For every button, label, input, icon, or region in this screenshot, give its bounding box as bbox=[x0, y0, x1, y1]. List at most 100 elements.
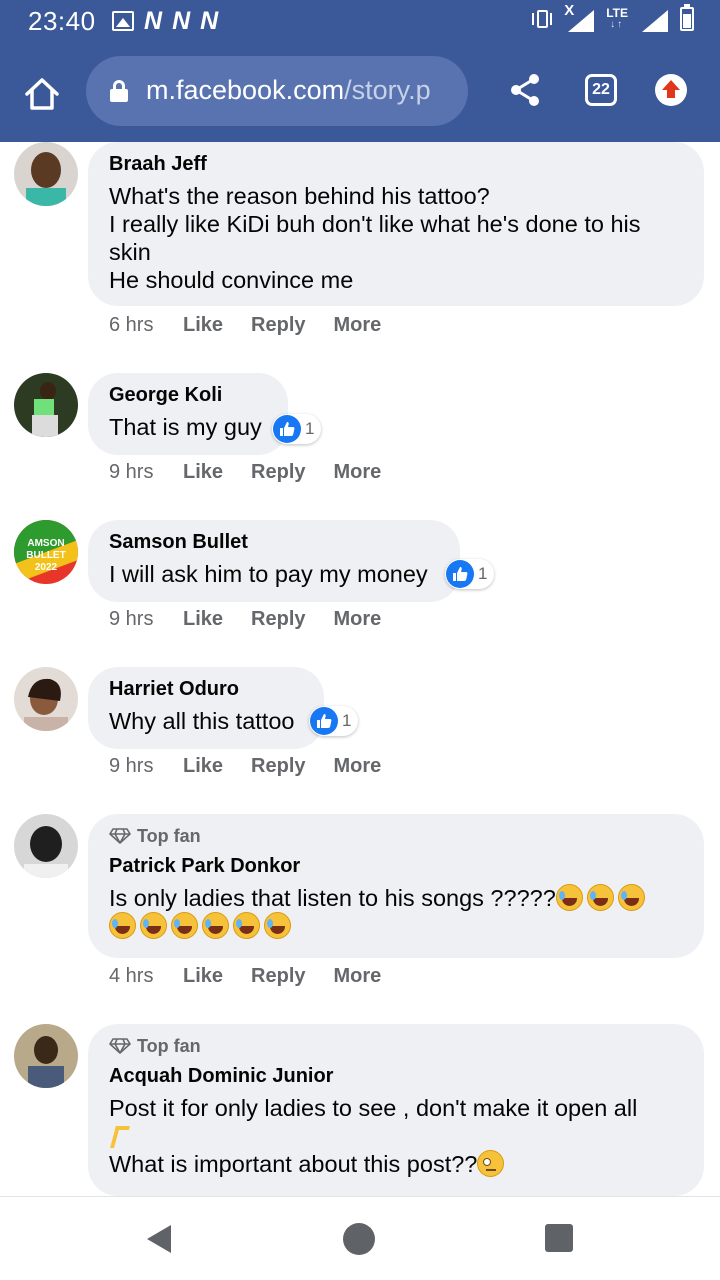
more-button[interactable]: More bbox=[334, 965, 382, 988]
reply-button[interactable]: Reply bbox=[251, 461, 305, 484]
reply-button[interactable]: Reply bbox=[251, 755, 305, 778]
home-circle-icon[interactable] bbox=[343, 1223, 375, 1255]
comment-text-line: Post it for only ladies to see , don't m… bbox=[109, 1095, 638, 1121]
avatar[interactable] bbox=[14, 373, 78, 437]
laughing-emoji-icon bbox=[264, 912, 291, 939]
reply-button[interactable]: Reply bbox=[251, 965, 305, 988]
recent-apps-icon[interactable] bbox=[545, 1224, 573, 1252]
like-icon bbox=[310, 707, 338, 735]
top-fan-badge: Top fan bbox=[109, 1034, 684, 1058]
comment-author[interactable]: Harriet Oduro bbox=[109, 677, 304, 701]
comment-time[interactable]: 9 hrs bbox=[109, 461, 183, 484]
reaction-count: 1 bbox=[478, 564, 488, 583]
reaction-badge[interactable]: 1 bbox=[272, 414, 322, 444]
browser-toolbar: m.facebook.com/story.p 22 bbox=[0, 42, 720, 142]
share-button[interactable] bbox=[508, 72, 542, 108]
diamond-icon bbox=[109, 1038, 131, 1054]
reaction-badge[interactable]: 1 bbox=[445, 559, 495, 589]
avatar[interactable] bbox=[14, 1024, 78, 1088]
comment-bubble: George Koli That is my guy bbox=[88, 373, 288, 455]
upload-icon[interactable] bbox=[655, 74, 687, 106]
like-button[interactable]: Like bbox=[183, 965, 223, 988]
like-button[interactable]: Like bbox=[183, 755, 223, 778]
signal-no-service-icon: X bbox=[564, 2, 595, 32]
more-button[interactable]: More bbox=[334, 314, 382, 337]
status-time: 23:40 bbox=[28, 6, 96, 36]
avatar[interactable] bbox=[14, 814, 78, 878]
like-button[interactable]: Like bbox=[183, 608, 223, 631]
comments-list: Braah Jeff What's the reason behind his … bbox=[0, 142, 720, 1196]
comment-actions: 6 hrs Like Reply More bbox=[109, 314, 409, 337]
home-icon bbox=[25, 78, 59, 110]
comment-text: Is only ladies that listen to his songs … bbox=[109, 884, 684, 940]
comment-actions: 9 hrs Like Reply More bbox=[109, 461, 409, 484]
comment-time[interactable]: 9 hrs bbox=[109, 608, 183, 631]
n-notification-icon: N bbox=[200, 7, 219, 35]
reaction-count: 1 bbox=[305, 419, 315, 438]
comment-author[interactable]: Braah Jeff bbox=[109, 152, 684, 176]
comment-time[interactable]: 6 hrs bbox=[109, 314, 183, 337]
comment-author[interactable]: Samson Bullet bbox=[109, 530, 440, 554]
system-icons: X LTE ↓↑ bbox=[530, 2, 694, 32]
more-button[interactable]: More bbox=[334, 608, 382, 631]
laughing-emoji-icon bbox=[586, 884, 614, 911]
laughing-emoji-icon bbox=[202, 912, 229, 939]
top-fan-label: Top fan bbox=[137, 826, 201, 846]
notification-icons: N N N bbox=[112, 7, 219, 35]
lte-icon: LTE ↓↑ bbox=[606, 6, 628, 30]
comment-actions: 4 hrs Like Reply More bbox=[109, 965, 409, 988]
address-bar[interactable]: m.facebook.com/story.p bbox=[86, 56, 468, 126]
top-fan-label: Top fan bbox=[137, 1036, 201, 1056]
image-notification-icon bbox=[112, 11, 134, 31]
tab-switcher-button[interactable]: 22 bbox=[585, 74, 617, 106]
battery-icon bbox=[680, 4, 694, 31]
url-domain: m.facebook.com bbox=[146, 75, 345, 105]
more-button[interactable]: More bbox=[334, 755, 382, 778]
comment-author[interactable]: George Koli bbox=[109, 383, 268, 407]
back-icon[interactable] bbox=[145, 1223, 175, 1255]
comment-bubble: Samson Bullet I will ask him to pay my m… bbox=[88, 520, 460, 602]
svg-text:AMSON: AMSON bbox=[27, 538, 64, 549]
comment-text: What's the reason behind his tattoo? I r… bbox=[109, 183, 641, 293]
reaction-count: 1 bbox=[342, 711, 352, 730]
system-navigation-bar bbox=[0, 1196, 720, 1280]
reaction-badge[interactable]: 1 bbox=[309, 706, 359, 736]
svg-text:BULLET: BULLET bbox=[26, 550, 65, 561]
comment-text: Post it for only ladies to see , don't m… bbox=[109, 1094, 684, 1178]
laughing-emoji-icon bbox=[233, 912, 260, 939]
vibrate-icon bbox=[530, 7, 554, 31]
home-button[interactable] bbox=[22, 74, 62, 114]
laughing-emoji-icon bbox=[109, 912, 136, 939]
laughing-emoji-icon bbox=[617, 884, 645, 911]
comment-actions: 9 hrs Like Reply More bbox=[109, 755, 409, 778]
comment-author[interactable]: Patrick Park Donkor bbox=[109, 854, 684, 878]
reply-button[interactable]: Reply bbox=[251, 608, 305, 631]
like-icon bbox=[446, 560, 474, 588]
n-notification-icon: N bbox=[144, 7, 163, 35]
comment-text-line: What is important about this post?? bbox=[109, 1151, 478, 1177]
url-path: /story.p bbox=[344, 75, 431, 105]
comment-text-body: Is only ladies that listen to his songs … bbox=[109, 885, 556, 911]
avatar[interactable] bbox=[14, 667, 78, 731]
svg-text:2022: 2022 bbox=[35, 562, 58, 573]
avatar[interactable] bbox=[14, 142, 78, 206]
signal-strength-icon bbox=[640, 6, 668, 32]
more-button[interactable]: More bbox=[334, 461, 382, 484]
share-icon bbox=[511, 74, 539, 106]
like-button[interactable]: Like bbox=[183, 314, 223, 337]
comment-author[interactable]: Acquah Dominic Junior bbox=[109, 1064, 684, 1088]
comment-actions: 9 hrs Like Reply More bbox=[109, 608, 409, 631]
eye-roll-emoji-icon bbox=[477, 1150, 505, 1177]
comment-text: That is my guy bbox=[109, 414, 262, 440]
comment-time[interactable]: 9 hrs bbox=[109, 755, 183, 778]
like-button[interactable]: Like bbox=[183, 461, 223, 484]
laughing-emoji-icon bbox=[171, 912, 198, 939]
avatar[interactable]: AMSON BULLET 2022 bbox=[14, 520, 78, 584]
reply-button[interactable]: Reply bbox=[251, 314, 305, 337]
diamond-icon bbox=[109, 828, 131, 844]
comment-bubble: Braah Jeff What's the reason behind his … bbox=[88, 142, 704, 306]
comment-bubble: Harriet Oduro Why all this tattoo bbox=[88, 667, 324, 749]
like-icon bbox=[273, 415, 301, 443]
comment-time[interactable]: 4 hrs bbox=[109, 965, 183, 988]
comment-text: Why all this tattoo bbox=[109, 708, 295, 734]
